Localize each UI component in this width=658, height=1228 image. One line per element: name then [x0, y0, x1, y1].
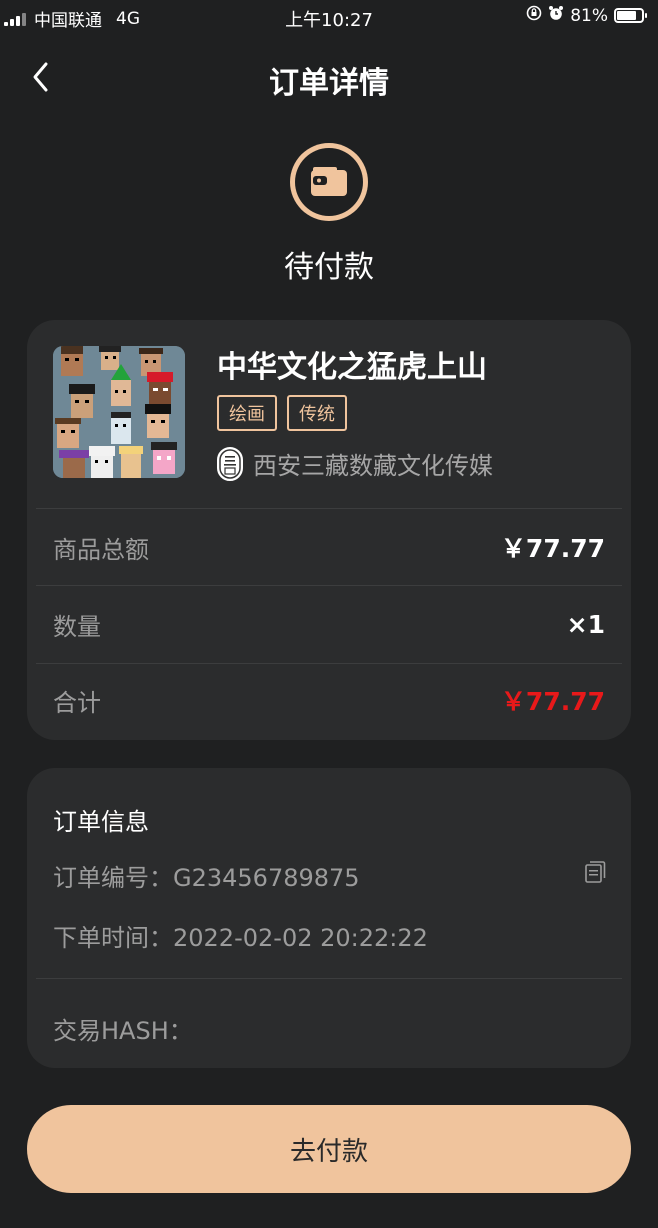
creator-logo [217, 446, 243, 481]
alarm-icon [548, 5, 564, 26]
subtotal-value: ￥77.77 [500, 534, 605, 563]
navigation-bar: 订单详情 [0, 50, 658, 106]
order-time-label: 下单时间： [53, 924, 173, 952]
subtotal-label: 商品总额 [53, 535, 149, 564]
orientation-lock-icon [526, 5, 542, 26]
order-number-value: G23456789875 [173, 864, 360, 892]
order-info-card: 订单信息 订单编号：G23456789875 下单时间：2022-02-02 2… [27, 768, 631, 1068]
product-title: 中华文化之猛虎上山 [217, 350, 487, 385]
summary-row-quantity: 数量 ×1 [53, 604, 605, 644]
total-label: 合计 [53, 688, 101, 717]
quantity-value: ×1 [566, 609, 605, 639]
order-status-text: 待付款 [284, 250, 374, 285]
product-tag: 传统 [287, 395, 347, 431]
status-bar-right: 81% [526, 5, 647, 26]
wallet-icon [311, 167, 347, 196]
order-number-label: 订单编号： [53, 864, 173, 892]
summary-row-subtotal: 商品总额 ￥77.77 [53, 527, 605, 567]
product-tag: 绘画 [217, 395, 277, 431]
order-info-title: 订单信息 [53, 808, 149, 836]
order-status-icon [290, 143, 368, 221]
product-tags: 绘画 传统 [217, 395, 347, 431]
product-card: 中华文化之猛虎上山 绘画 传统 西安三藏数藏文化传媒 商品总额 ￥77.77 数… [27, 320, 631, 740]
product-image [53, 346, 185, 478]
order-number-line: 订单编号：G23456789875 [53, 858, 360, 893]
summary-row-total: 合计 ￥77.77 [53, 680, 605, 720]
divider [36, 978, 622, 979]
pay-button[interactable]: 去付款 [27, 1105, 631, 1193]
product-thumbnail[interactable] [53, 346, 185, 478]
battery-percent: 81% [570, 5, 608, 26]
divider [36, 663, 622, 664]
battery-icon [614, 8, 647, 23]
status-bar: 中国联通 4G 上午10:27 81% [0, 0, 658, 34]
copy-icon[interactable] [583, 860, 607, 884]
transaction-hash-label: 交易HASH： [53, 1017, 193, 1045]
page-title: 订单详情 [269, 66, 389, 101]
divider [36, 585, 622, 586]
creator-info: 西安三藏数藏文化传媒 [217, 446, 493, 481]
quantity-label: 数量 [53, 612, 101, 641]
order-time-value: 2022-02-02 20:22:22 [173, 924, 428, 952]
divider [36, 508, 622, 509]
total-value: ￥77.77 [500, 687, 605, 716]
creator-name: 西安三藏数藏文化传媒 [253, 452, 493, 480]
order-time-line: 下单时间：2022-02-02 20:22:22 [53, 918, 428, 953]
